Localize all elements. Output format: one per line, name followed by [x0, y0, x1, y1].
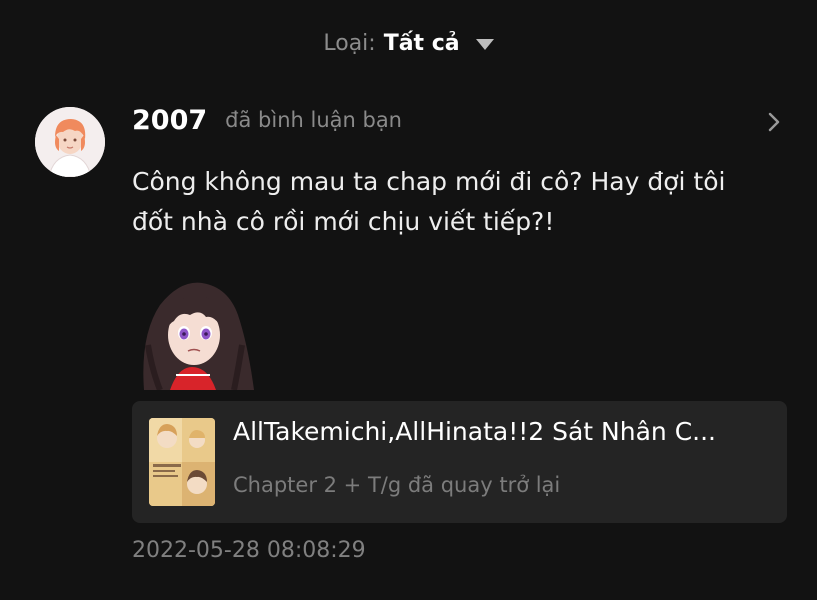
notification-header: 2007 đã bình luận bạn — [132, 100, 402, 140]
story-title[interactable]: AllTakemichi,AllHinata!!2 Sát Nhân C... — [233, 417, 773, 446]
timestamp: 2022-05-28 08:08:29 — [132, 538, 366, 563]
chapter-subtitle: Chapter 2 + T/g đã quay trở lại — [233, 473, 561, 497]
anime-girl-sticker — [130, 275, 260, 392]
filter-dropdown[interactable]: Loại: Tất cả — [0, 26, 817, 60]
caret-down-icon[interactable] — [475, 38, 494, 50]
avatar-illustration — [35, 107, 105, 177]
chevron-right-icon[interactable] — [763, 108, 785, 136]
story-card[interactable]: AllTakemichi,AllHinata!!2 Sát Nhân C... … — [132, 401, 787, 523]
username[interactable]: 2007 — [132, 105, 207, 136]
filter-value[interactable]: Tất cả — [384, 31, 460, 56]
comment-text: Công không mau ta chap mới đi cô? Hay đợ… — [132, 162, 792, 242]
comment-line: Công không mau ta chap mới đi cô? Hay đợ… — [132, 167, 726, 196]
user-avatar[interactable] — [35, 107, 105, 177]
story-cover-thumbnail — [149, 418, 215, 506]
action-text: đã bình luận bạn — [225, 108, 402, 132]
filter-label: Loại: — [323, 30, 376, 56]
comment-line: đốt nhà cô rồi mới chịu viết tiếp?! — [132, 207, 555, 236]
